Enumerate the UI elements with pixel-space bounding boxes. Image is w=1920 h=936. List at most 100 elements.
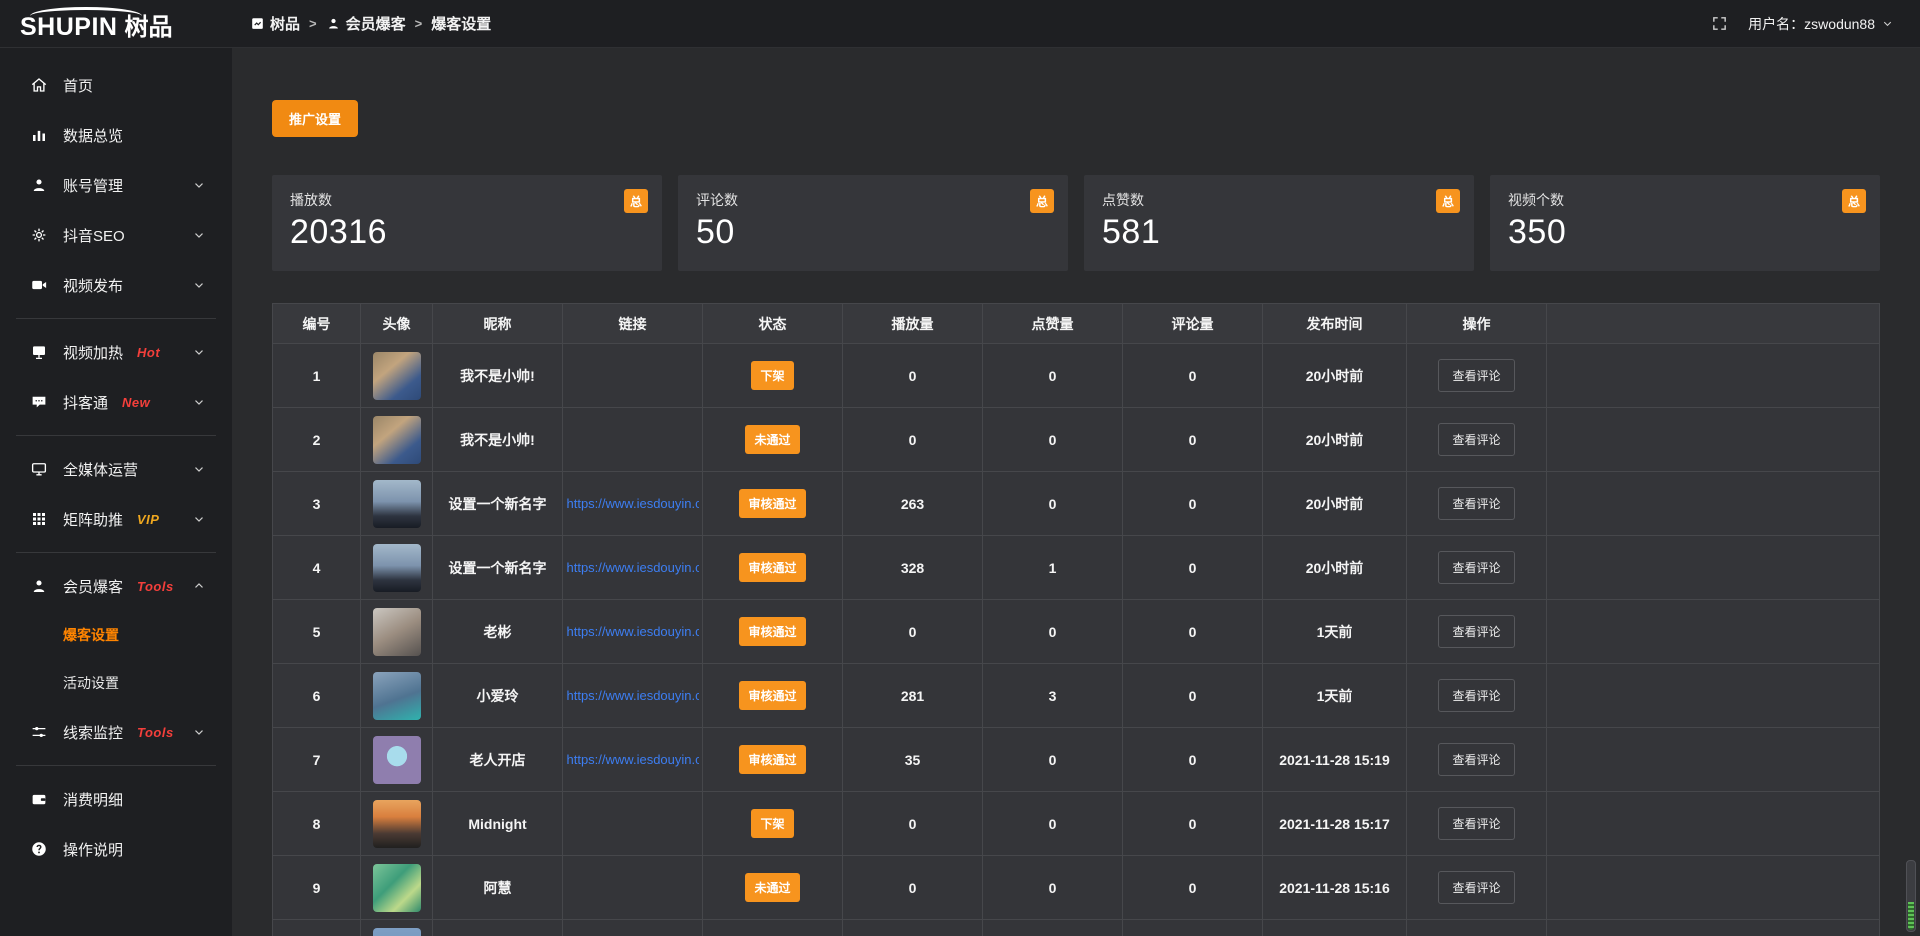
wallet-icon <box>30 790 48 808</box>
user-icon <box>30 176 48 194</box>
sidebar-item-data-overview[interactable]: 数据总览 <box>0 110 232 160</box>
cell-publish-time: 20小时前 <box>1263 472 1407 536</box>
cell-status <box>703 920 843 936</box>
view-comments-button[interactable]: 查看评论 <box>1438 423 1514 456</box>
video-link[interactable]: https://www.iesdouyin.c <box>567 496 699 511</box>
logo-text-cn: 树品 <box>124 15 172 40</box>
cell-link <box>563 792 703 856</box>
data-table: 编号头像昵称链接状态播放量点赞量评论量发布时间操作 1我不是小帅!下架00020… <box>272 303 1880 936</box>
cell-action: 查看评论 <box>1407 536 1547 600</box>
cell-likes: 0 <box>983 408 1123 472</box>
header-cell-filler <box>1547 304 1879 344</box>
chevron-down-icon <box>192 395 206 409</box>
stat-label: 评论数 <box>696 190 1050 210</box>
sidebar-item-member-baoke[interactable]: 会员爆客Tools <box>0 561 232 611</box>
sidebar-item-video-publish[interactable]: 视频发布 <box>0 260 232 310</box>
view-comments-button[interactable]: 查看评论 <box>1438 679 1514 712</box>
breadcrumb-item-member-baoke[interactable]: 会员爆客 <box>326 13 406 34</box>
sidebar-item-label: 抖音SEO <box>63 225 125 246</box>
sidebar-subitem-activity-setting[interactable]: 活动设置 <box>0 659 232 707</box>
header-cell-4: 状态 <box>703 304 843 344</box>
cell-nickname: 老彬 <box>433 600 563 664</box>
sidebar-item-badge: New <box>122 395 150 410</box>
cell-id: 9 <box>273 856 361 920</box>
view-comments-button[interactable]: 查看评论 <box>1438 615 1514 648</box>
breadcrumb-item-shupin[interactable]: 树品 <box>250 13 300 34</box>
user-icon <box>30 577 48 595</box>
sidebar-item-account-manage[interactable]: 账号管理 <box>0 160 232 210</box>
cell-comments: 0 <box>1123 792 1263 856</box>
chevron-down-icon <box>192 462 206 476</box>
cell-action: 查看评论 <box>1407 408 1547 472</box>
cell-nickname: 设置一个新名字 <box>433 536 563 600</box>
cell-comments: 0 <box>1123 856 1263 920</box>
cell-plays: 35 <box>843 728 983 792</box>
table-row: 9阿慧未通过0002021-11-28 15:16查看评论 <box>273 856 1879 920</box>
sidebar-item-video-heat[interactable]: 视频加热Hot <box>0 327 232 377</box>
sidebar-item-douketong[interactable]: 抖客通New <box>0 377 232 427</box>
video-link[interactable]: https://www.iesdouyin.c <box>567 624 699 639</box>
stat-label: 点赞数 <box>1102 190 1456 210</box>
chevron-down-icon <box>1881 17 1894 30</box>
sidebar-item-consume-detail[interactable]: 消费明细 <box>0 774 232 824</box>
view-comments-button[interactable]: 查看评论 <box>1438 871 1514 904</box>
icon <box>192 228 206 242</box>
avatar <box>373 736 421 784</box>
video-link[interactable]: https://www.iesdouyin.c <box>567 688 699 703</box>
sidebar-item-matrix-boost[interactable]: 矩阵助推VIP <box>0 494 232 544</box>
cell-comments: 0 <box>1123 408 1263 472</box>
cell-plays: 0 <box>843 344 983 408</box>
view-comments-button[interactable]: 查看评论 <box>1438 359 1514 392</box>
cell-action: 查看评论 <box>1407 792 1547 856</box>
cell-action: 查看评论 <box>1407 600 1547 664</box>
promo-settings-button[interactable]: 推广设置 <box>272 100 358 137</box>
sidebar-item-home[interactable]: 首页 <box>0 60 232 110</box>
cell-nickname: 阿慧 <box>433 856 563 920</box>
fullscreen-icon[interactable] <box>1711 15 1728 32</box>
header-cell-8: 发布时间 <box>1263 304 1407 344</box>
video-link[interactable]: https://www.iesdouyin.c <box>567 560 699 575</box>
table-row: 2我不是小帅!未通过00020小时前查看评论 <box>273 408 1879 472</box>
cell-publish-time: 20小时前 <box>1263 344 1407 408</box>
sidebar-subitem-baoke-setting[interactable]: 爆客设置 <box>0 611 232 659</box>
scrollbar-thumb[interactable] <box>1906 860 1916 932</box>
sidebar-item-operation-guide[interactable]: 操作说明 <box>0 824 232 874</box>
cell-likes: 0 <box>983 792 1123 856</box>
chevron-down-icon <box>192 345 206 359</box>
header-cell-3: 链接 <box>563 304 703 344</box>
sliders-icon <box>30 723 48 741</box>
cell-nickname: 老人开店 <box>433 728 563 792</box>
cell-publish-time: 1天前 <box>1263 600 1407 664</box>
main-content: 推广设置 播放数20316总评论数50总点赞数581总视频个数350总 编号头像… <box>232 48 1920 936</box>
cell-likes: 1 <box>983 536 1123 600</box>
icon <box>192 512 206 526</box>
sidebar-item-douyin-seo[interactable]: 抖音SEO <box>0 210 232 260</box>
cell-action: 查看评论 <box>1407 664 1547 728</box>
cell-status: 未通过 <box>703 408 843 472</box>
status-badge: 下架 <box>751 361 793 390</box>
breadcrumb: 树品>会员爆客>爆客设置 <box>250 13 491 34</box>
cell-avatar <box>361 600 433 664</box>
cell-action: 查看评论 <box>1407 728 1547 792</box>
user-menu[interactable]: 用户名：zswodun88 <box>1748 14 1894 34</box>
view-comments-button[interactable]: 查看评论 <box>1438 487 1514 520</box>
cell-publish-time: 2021-11-28 15:16 <box>1263 856 1407 920</box>
header-cell-0: 编号 <box>273 304 361 344</box>
cell-avatar <box>361 856 433 920</box>
cell-likes: 0 <box>983 728 1123 792</box>
view-comments-button[interactable]: 查看评论 <box>1438 551 1514 584</box>
icon <box>192 278 206 292</box>
avatar <box>373 352 421 400</box>
video-link[interactable]: https://www.iesdouyin.c <box>567 752 699 767</box>
sidebar-item-label: 线索监控 <box>63 722 123 743</box>
status-badge: 未通过 <box>745 425 799 454</box>
user-icon <box>326 16 341 31</box>
view-comments-button[interactable]: 查看评论 <box>1438 807 1514 840</box>
sidebar-item-clue-monitor[interactable]: 线索监控Tools <box>0 707 232 757</box>
avatar <box>373 928 421 936</box>
cell-comments: 0 <box>1123 472 1263 536</box>
view-comments-button[interactable]: 查看评论 <box>1438 743 1514 776</box>
breadcrumb-item-baoke-setting[interactable]: 爆客设置 <box>431 13 491 34</box>
monitor-icon <box>30 460 48 478</box>
sidebar-item-media-ops[interactable]: 全媒体运营 <box>0 444 232 494</box>
